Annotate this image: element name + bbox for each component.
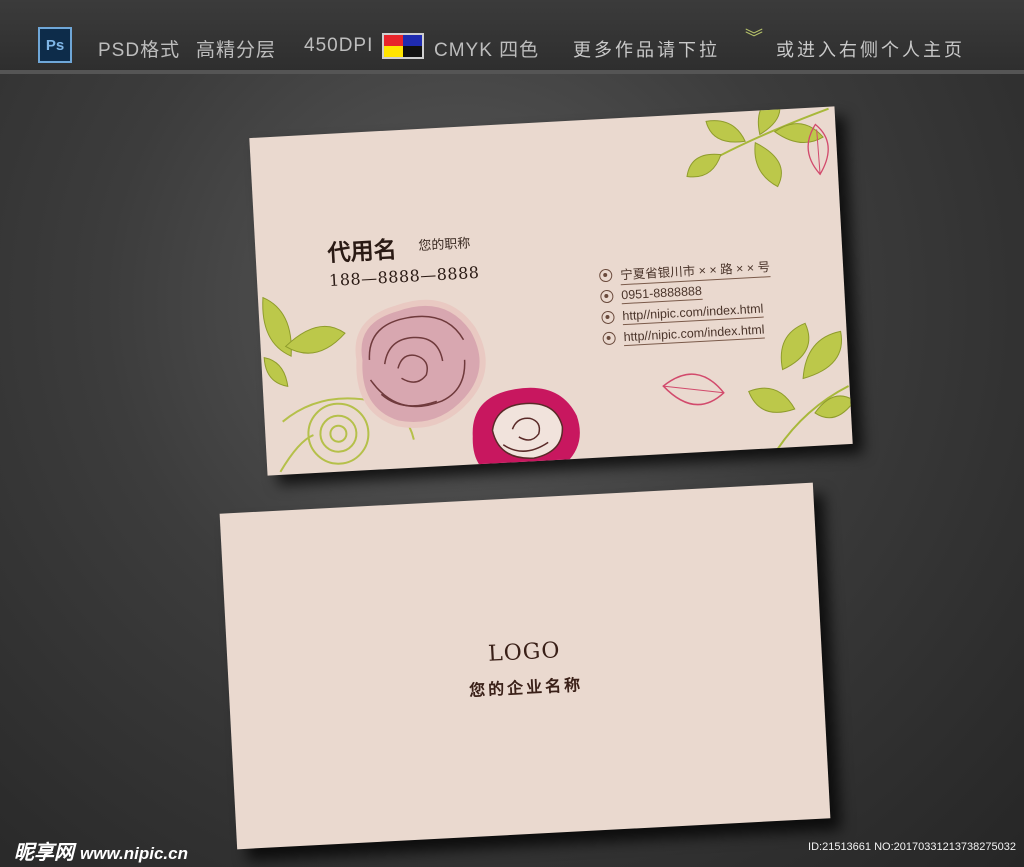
site-name: 昵享网 [14,842,74,864]
dpi-label: 450DPI [304,35,374,56]
location-icon [598,268,613,283]
cmyk-swatch-icon [382,33,424,59]
phone-text: 0951-8888888 [620,283,703,304]
leaf-cluster-bottom-right [662,322,853,451]
color-mode-label: CMYK 四色 [434,40,540,61]
mail-icon [602,331,616,346]
pink-leaf-outline-top [807,123,829,176]
business-card-back: LOGO 您的企业名称 [219,482,831,850]
chevron-down-icon: ︾ [745,28,763,49]
person-name: 代用名 [326,236,398,268]
phone-icon [600,289,614,304]
image-id-text: ID:21513661 NO:20170331213738275032 [808,841,1016,853]
photoshop-icon-label: Ps [45,36,65,54]
hint-scroll-down[interactable]: 更多作品请下拉 [573,36,720,62]
format-label: PSD格式 [98,40,181,61]
top-banner: Ps PSD格式 高精分层 450DPI CMYK 四色 更多作品请下拉 ︾ 或… [0,0,1024,74]
layers-label: 高精分层 [196,40,277,61]
person-title: 您的职称 [417,236,471,255]
site-url[interactable]: www.nipic.cn [80,844,188,863]
web-icon [601,310,615,325]
rose-magenta [472,387,580,476]
site-watermark: 昵享网 www.nipic.cn [14,836,188,865]
business-card-front: 代用名 您的职称 188—8888—8888 宁夏省银川市 × × 路 × × … [249,106,853,476]
photoshop-icon: Ps [38,27,72,63]
hint-homepage-link[interactable]: 或进入右侧个人主页 [776,36,965,62]
